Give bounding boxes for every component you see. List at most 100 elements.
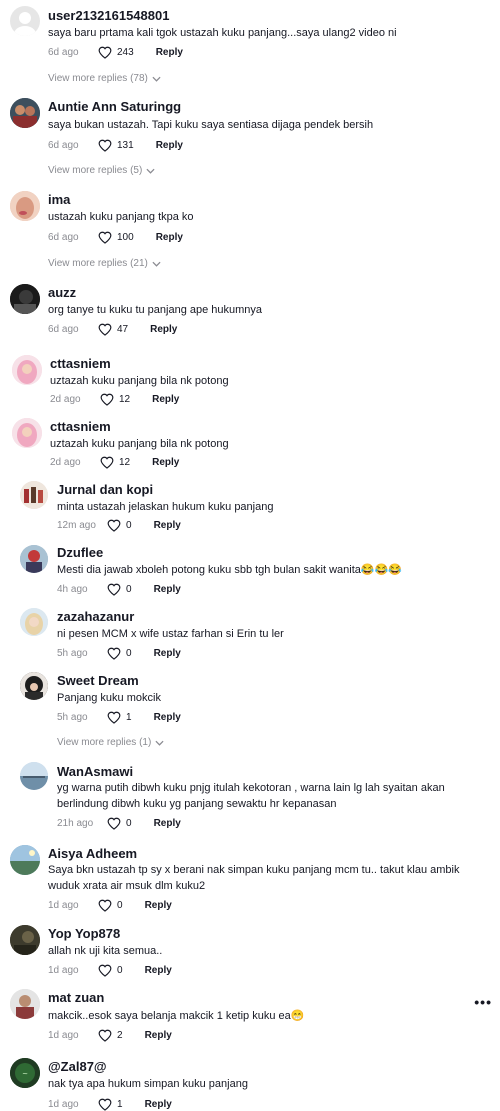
like-button[interactable]: 1 — [98, 1098, 123, 1111]
comment-username[interactable]: Jurnal dan kopi — [57, 482, 153, 497]
avatar[interactable] — [10, 925, 40, 955]
heart-icon — [100, 393, 114, 406]
comment-meta: 2d ago 12 Reply — [50, 456, 179, 469]
reply-button[interactable]: Reply — [154, 584, 181, 595]
reply-button[interactable]: Reply — [150, 324, 177, 335]
reply-button[interactable]: Reply — [145, 1099, 172, 1110]
like-count: 0 — [117, 965, 123, 976]
avatar[interactable] — [10, 191, 40, 221]
comment-username[interactable]: Sweet Dream — [57, 673, 139, 688]
chevron-down-icon — [146, 168, 155, 174]
comment-age: 1d ago — [48, 1099, 79, 1110]
comment-text: org tanye tu kuku tu panjang ape hukumny… — [48, 304, 263, 316]
comment-age: 4h ago — [57, 584, 88, 595]
comment-username[interactable]: zazahazanur — [57, 609, 134, 624]
like-button[interactable]: 131 — [98, 139, 134, 152]
avatar[interactable] — [20, 608, 48, 636]
reply-button[interactable]: Reply — [154, 712, 181, 723]
comment-username[interactable]: ima — [48, 192, 70, 207]
comment-text: uztazah kuku panjang bila nk potong — [50, 375, 229, 387]
reply-button[interactable]: Reply — [156, 140, 183, 151]
comment-meta: 12m ago 0 Reply — [57, 519, 181, 532]
view-more-label: View more replies (1) — [57, 737, 152, 748]
avatar[interactable] — [10, 284, 40, 314]
avatar[interactable] — [20, 762, 48, 790]
view-more-replies[interactable]: View more replies (1) — [57, 737, 164, 748]
comment-age: 5h ago — [57, 648, 88, 659]
reply-button[interactable]: Reply — [152, 394, 179, 405]
like-button[interactable]: 0 — [98, 899, 123, 912]
avatar[interactable]: ~ — [10, 1058, 40, 1088]
comment-age: 6d ago — [48, 232, 79, 243]
reply-button[interactable]: Reply — [152, 457, 179, 468]
comment-username[interactable]: cttasniem — [50, 356, 111, 371]
more-options-icon[interactable]: ••• — [474, 994, 492, 1010]
reply-button[interactable]: Reply — [154, 818, 181, 829]
view-more-replies[interactable]: View more replies (5) — [48, 165, 155, 176]
reply-button[interactable]: Reply — [154, 520, 181, 531]
comment-username[interactable]: auzz — [48, 285, 76, 300]
comment-text: saya bukan ustazah. Tapi kuku saya senti… — [48, 119, 374, 131]
chevron-down-icon — [152, 261, 161, 267]
like-button[interactable]: 100 — [98, 231, 134, 244]
comment-meta: 1d ago 2 Reply — [48, 1029, 172, 1042]
view-more-label: View more replies (78) — [48, 73, 148, 84]
heart-icon — [100, 456, 114, 469]
like-button[interactable]: 243 — [98, 46, 134, 59]
reply-button[interactable]: Reply — [156, 47, 183, 58]
view-more-replies[interactable]: View more replies (78) — [48, 73, 161, 84]
avatar[interactable] — [10, 98, 40, 128]
like-button[interactable]: 0 — [107, 519, 132, 532]
avatar[interactable] — [10, 6, 40, 36]
comment-username[interactable]: Yop Yop878 — [48, 926, 120, 941]
like-count: 1 — [117, 1099, 123, 1110]
heart-icon — [98, 964, 112, 977]
like-button[interactable]: 0 — [98, 964, 123, 977]
like-button[interactable]: 0 — [107, 647, 132, 660]
heart-icon — [98, 46, 112, 59]
avatar[interactable] — [20, 545, 48, 573]
like-button[interactable]: 0 — [107, 817, 132, 830]
like-count: 131 — [117, 140, 134, 151]
comment-age: 6d ago — [48, 47, 79, 58]
avatar[interactable] — [10, 989, 40, 1019]
like-button[interactable]: 47 — [98, 323, 128, 336]
like-button[interactable]: 0 — [107, 583, 132, 596]
reply-button[interactable]: Reply — [156, 232, 183, 243]
comment-username[interactable]: @Zal87@ — [48, 1059, 107, 1074]
comment-text: nak tya apa hukum simpan kuku panjang — [48, 1078, 248, 1090]
comment-username[interactable]: Auntie Ann Saturingg — [48, 99, 181, 114]
comment-age: 1d ago — [48, 1030, 79, 1041]
reply-button[interactable]: Reply — [145, 1030, 172, 1041]
comment-username[interactable]: Dzuflee — [57, 545, 103, 560]
avatar[interactable] — [20, 481, 48, 509]
comment-meta: 21h ago 0 Reply — [57, 817, 181, 830]
comment-age: 1d ago — [48, 900, 79, 911]
comment-age: 2d ago — [50, 394, 81, 405]
comment-username[interactable]: mat zuan — [48, 990, 104, 1005]
like-button[interactable]: 12 — [100, 456, 130, 469]
heart-icon — [107, 817, 121, 830]
comment-meta: 4h ago 0 Reply — [57, 583, 181, 596]
comment-meta: 6d ago 131 Reply — [48, 139, 183, 152]
like-button[interactable]: 1 — [107, 711, 132, 724]
comment-username[interactable]: WanAsmawi — [57, 764, 133, 779]
comment-meta: 1d ago 0 Reply — [48, 964, 172, 977]
avatar[interactable] — [12, 418, 42, 448]
view-more-label: View more replies (21) — [48, 258, 148, 269]
reply-button[interactable]: Reply — [145, 965, 172, 976]
comment-username[interactable]: user2132161548801 — [48, 8, 169, 23]
like-count: 1 — [126, 712, 132, 723]
like-button[interactable]: 2 — [98, 1029, 123, 1042]
reply-button[interactable]: Reply — [154, 648, 181, 659]
heart-icon — [98, 323, 112, 336]
like-button[interactable]: 12 — [100, 393, 130, 406]
reply-button[interactable]: Reply — [145, 900, 172, 911]
avatar[interactable] — [20, 672, 48, 700]
view-more-replies[interactable]: View more replies (21) — [48, 258, 161, 269]
comment-meta: 6d ago 100 Reply — [48, 231, 183, 244]
comment-username[interactable]: cttasniem — [50, 419, 111, 434]
avatar[interactable] — [10, 845, 40, 875]
avatar[interactable] — [12, 355, 42, 385]
comment-username[interactable]: Aisya Adheem — [48, 846, 137, 861]
